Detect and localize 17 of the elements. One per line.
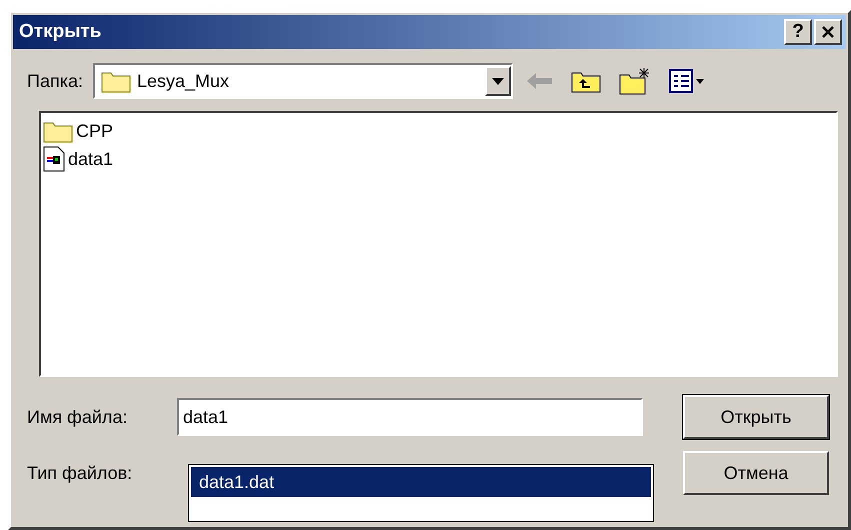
suggestion-item[interactable]: data1.dat — [191, 467, 651, 497]
file-item[interactable]: data1 — [43, 145, 834, 173]
file-name-label: Имя файла: — [27, 406, 128, 428]
help-button[interactable]: ? — [784, 19, 812, 45]
file-item[interactable]: CPP — [43, 117, 834, 145]
close-button[interactable] — [814, 19, 842, 45]
caret-icon — [492, 78, 504, 84]
cancel-button[interactable]: Отмена — [683, 451, 829, 495]
file-name-field[interactable]: data1 — [177, 398, 643, 436]
folder-label: Папка: — [27, 70, 83, 92]
file-icon — [43, 146, 65, 172]
window-title: Открыть — [19, 21, 102, 43]
file-type-label: Тип файлов: — [27, 462, 134, 484]
open-button[interactable]: Открыть — [683, 395, 829, 439]
dropdown-button[interactable] — [484, 66, 511, 96]
folder-dropdown[interactable]: Lesya_Mux — [92, 63, 513, 99]
close-icon — [821, 25, 835, 39]
